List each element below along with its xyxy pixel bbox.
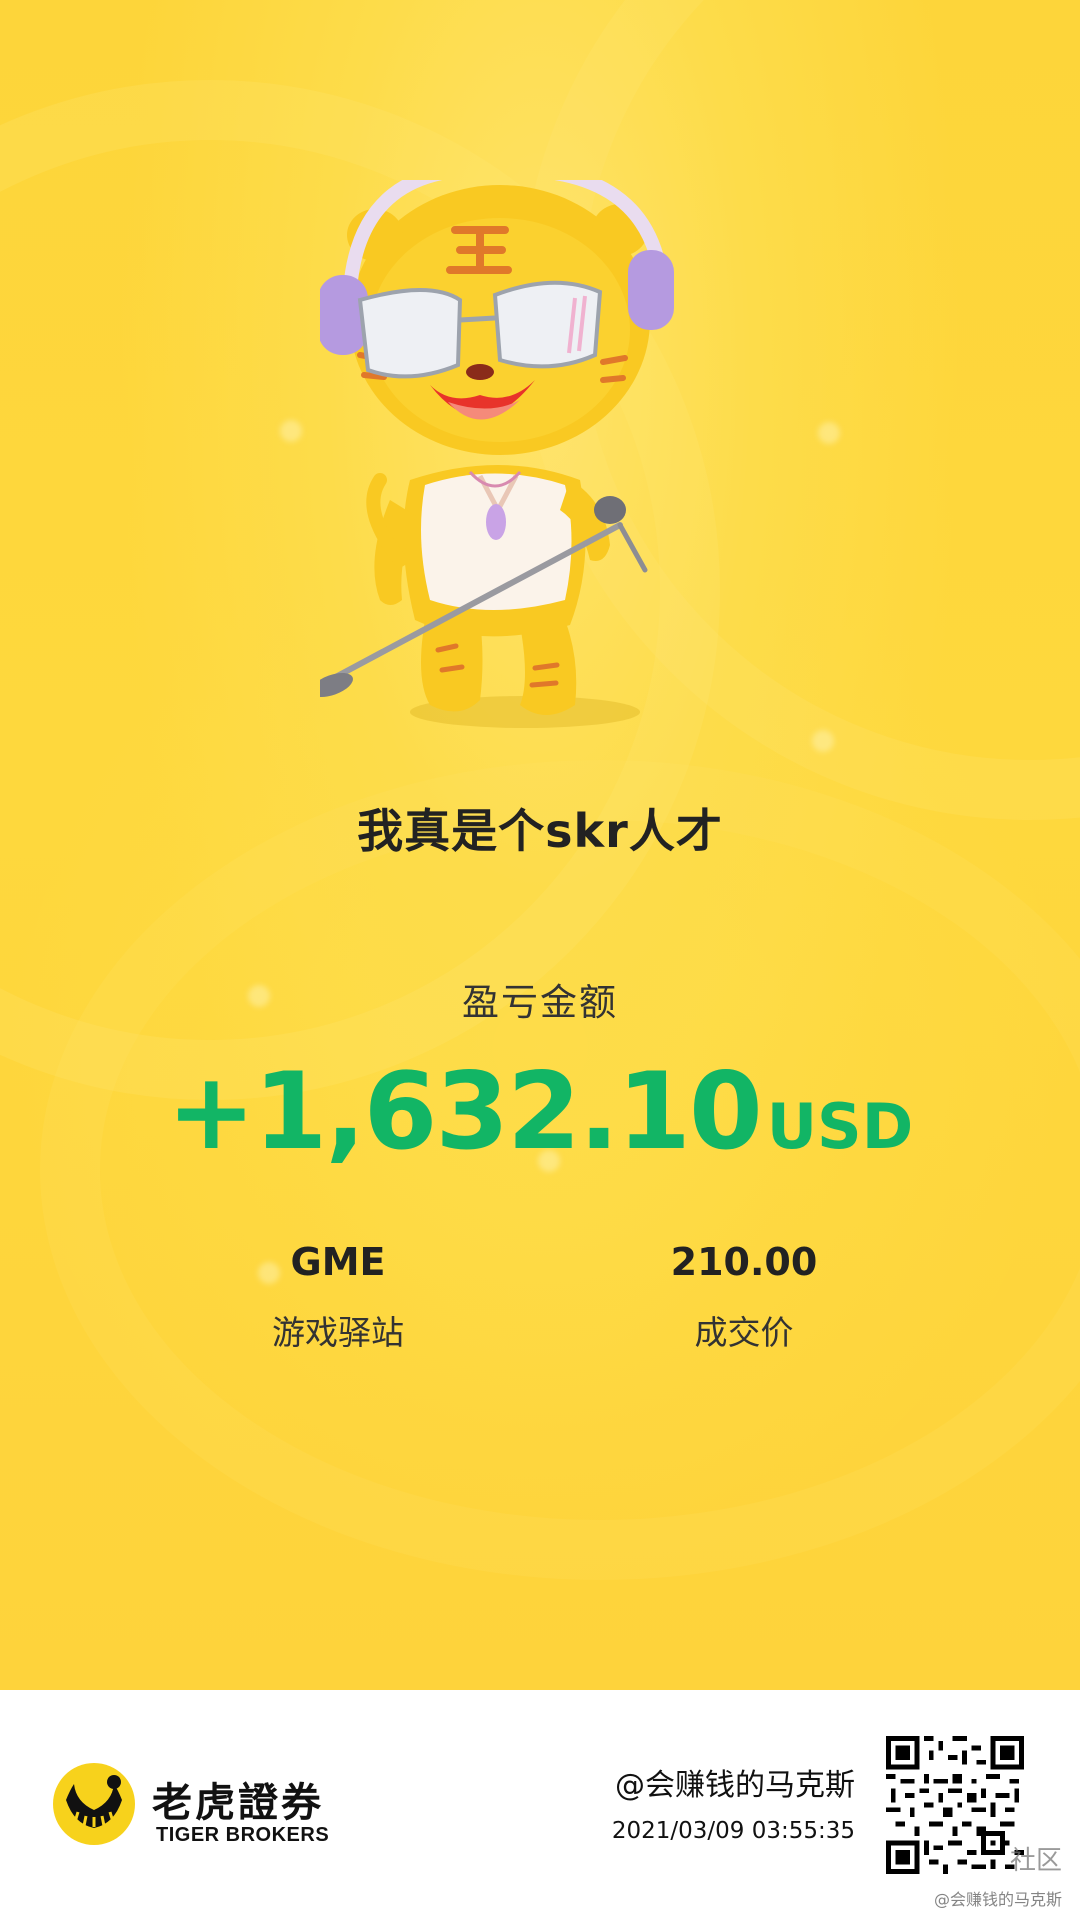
qr-code-icon	[886, 1736, 1024, 1874]
trade-price-value: 210.00	[670, 1240, 818, 1284]
share-footer: 老虎證券 TIGER BROKERS @会赚钱的马克斯 2021/03/09 0…	[0, 1690, 1080, 1920]
pnl-amount: +1,632.10	[166, 1050, 763, 1173]
sparkle-dot	[818, 422, 840, 444]
sparkle-dot	[280, 420, 302, 442]
community-watermark: 社区	[1009, 1846, 1062, 1876]
shared-by-user: @会赚钱的马克斯	[615, 1768, 855, 1803]
stock-ticker: GME	[290, 1240, 386, 1284]
tiger-mascot-illustration	[320, 180, 674, 728]
stock-name: 游戏驿站	[272, 1313, 404, 1352]
stock-info: GME 游戏驿站	[188, 1240, 488, 1354]
share-tagline: 我真是个skr人才	[357, 804, 723, 858]
trade-price-label: 成交价	[694, 1313, 794, 1352]
share-timestamp: 2021/03/09 03:55:35	[611, 1818, 855, 1844]
share-card-background: 我真是个skr人才 盈亏金额 +1,632.10USD GME 游戏驿站 210…	[0, 0, 1080, 1690]
pnl-currency: USD	[766, 1090, 914, 1163]
tiger-brokers-logo-icon	[53, 1763, 135, 1845]
sparkle-dot	[812, 730, 834, 752]
pnl-value-row: +1,632.10USD	[0, 1050, 1080, 1173]
author-watermark: @会赚钱的马克斯	[933, 1890, 1062, 1909]
pnl-label: 盈亏金额	[462, 981, 618, 1024]
brand-name-cn: 老虎證券	[152, 1780, 324, 1826]
trade-price-info: 210.00 成交价	[594, 1240, 894, 1354]
brand-name-en: TIGER BROKERS	[156, 1824, 330, 1846]
